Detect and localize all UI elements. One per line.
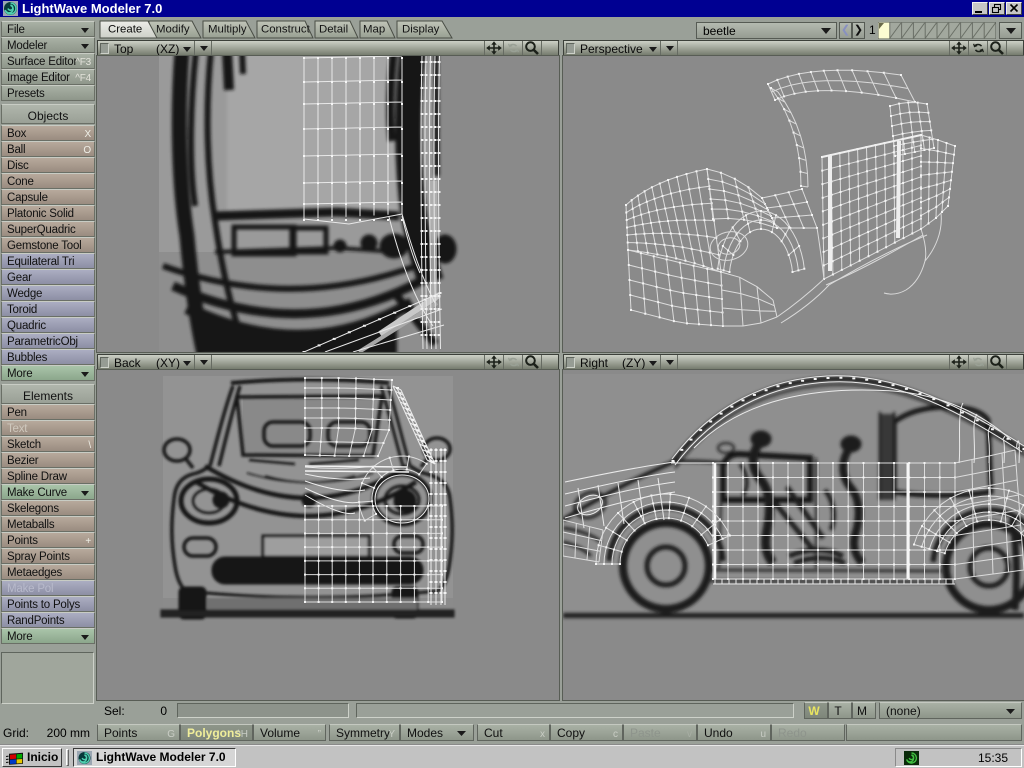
svg-text:Display: Display [402, 24, 440, 36]
svg-text:Map: Map [363, 24, 385, 36]
svg-text:Multiply: Multiply [208, 24, 247, 36]
svg-text:Detail: Detail [319, 24, 348, 36]
svg-text:Modify: Modify [156, 24, 190, 36]
svg-text:Construct: Construct [261, 24, 311, 36]
svg-text:Create: Create [108, 24, 142, 36]
